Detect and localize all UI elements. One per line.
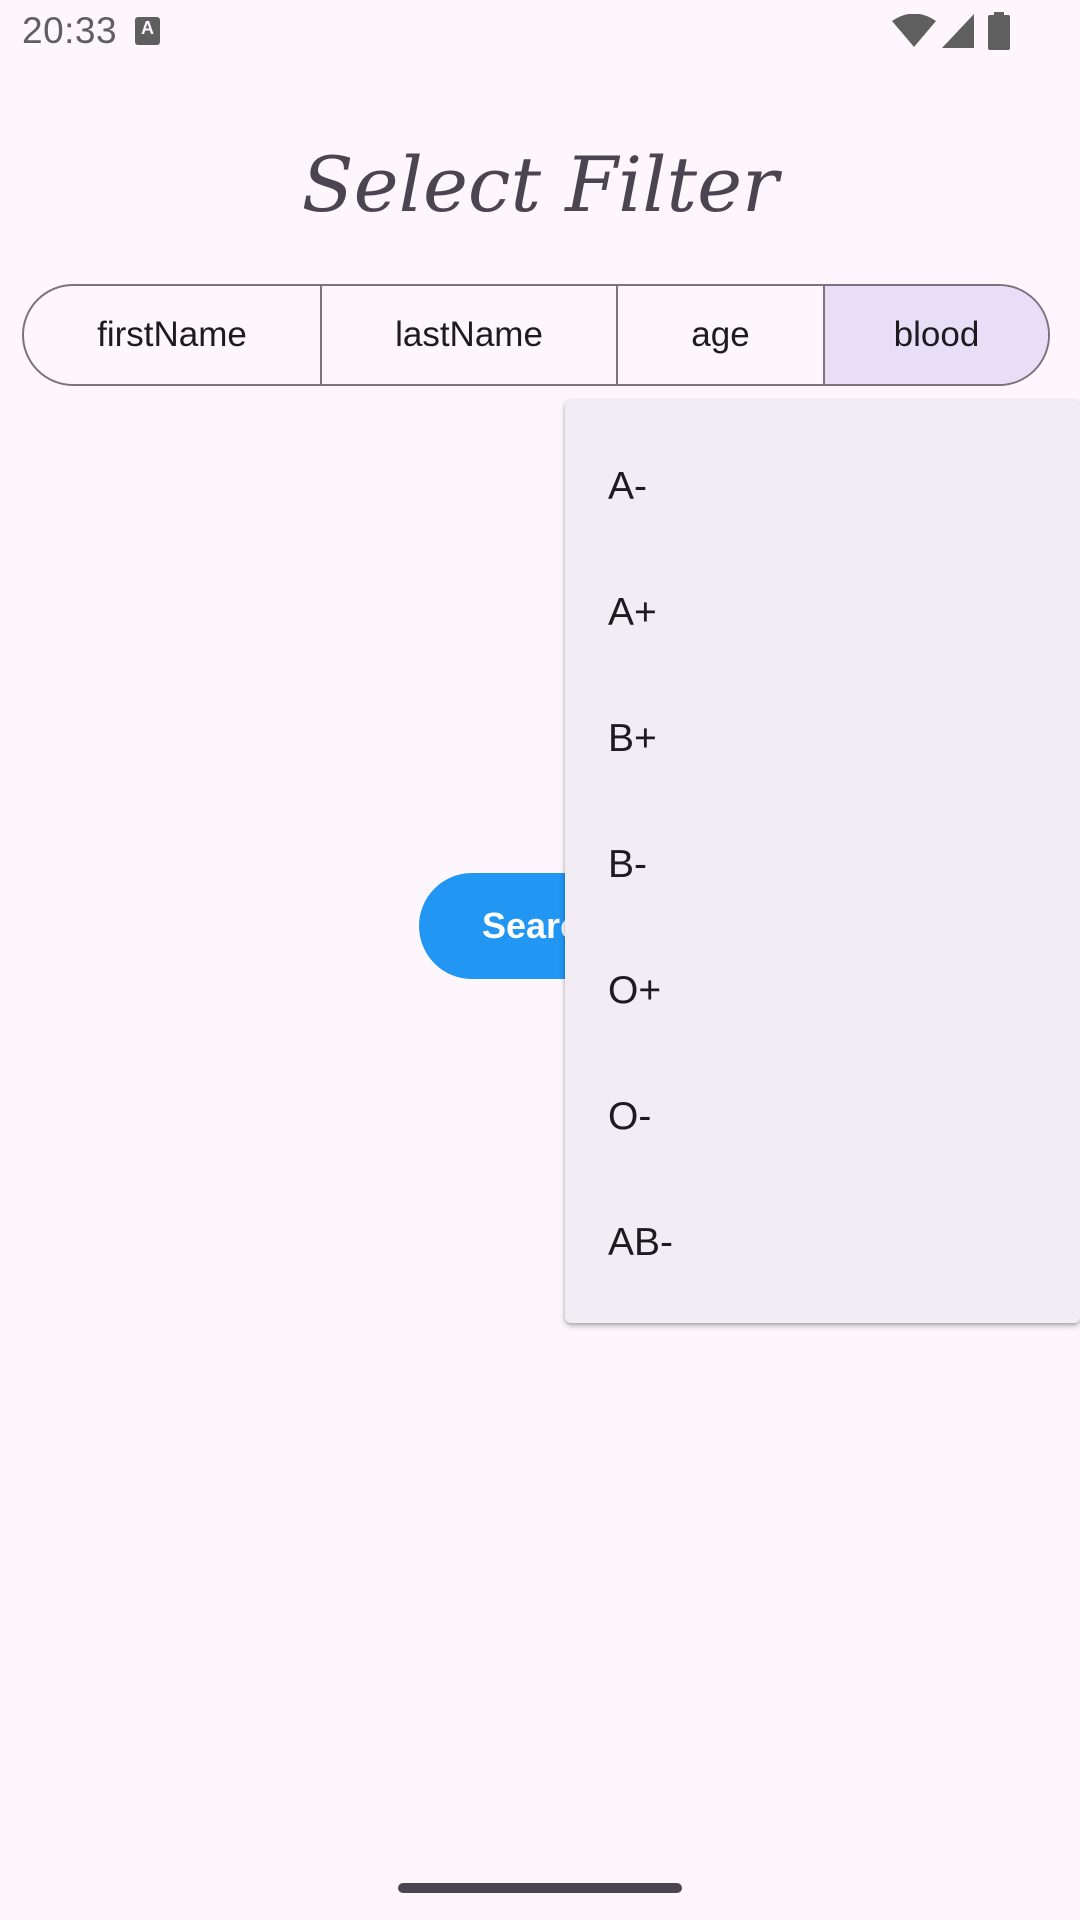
home-indicator[interactable] — [398, 1883, 682, 1893]
battery-icon — [988, 12, 1010, 50]
page-title: Select Filter — [301, 140, 779, 229]
segment-age[interactable]: age — [618, 286, 825, 384]
dropdown-option-a-negative[interactable]: A- — [565, 424, 1080, 550]
dropdown-option-b-positive[interactable]: B+ — [565, 676, 1080, 802]
dropdown-option-b-negative[interactable]: B- — [565, 802, 1080, 928]
cell-signal-icon — [942, 14, 974, 48]
dropdown-option-o-negative[interactable]: O- — [565, 1054, 1080, 1180]
dropdown-option-o-positive[interactable]: O+ — [565, 928, 1080, 1054]
app-notification-icon: A — [135, 17, 160, 45]
status-bar: 20:33 A — [0, 0, 1080, 64]
app-notification-letter: A — [141, 18, 154, 38]
filter-segmented-control: firstName lastName age blood — [22, 284, 1050, 386]
dropdown-option-ab-negative[interactable]: AB- — [565, 1180, 1080, 1306]
segment-firstname[interactable]: firstName — [24, 286, 322, 384]
dropdown-option-a-positive[interactable]: A+ — [565, 550, 1080, 676]
wifi-icon — [892, 14, 936, 47]
segment-lastname[interactable]: lastName — [322, 286, 618, 384]
segment-blood[interactable]: blood — [825, 286, 1048, 384]
status-time: 20:33 — [22, 10, 118, 51]
blood-type-dropdown-menu: A- A+ B+ B- O+ O- AB- — [565, 400, 1080, 1323]
